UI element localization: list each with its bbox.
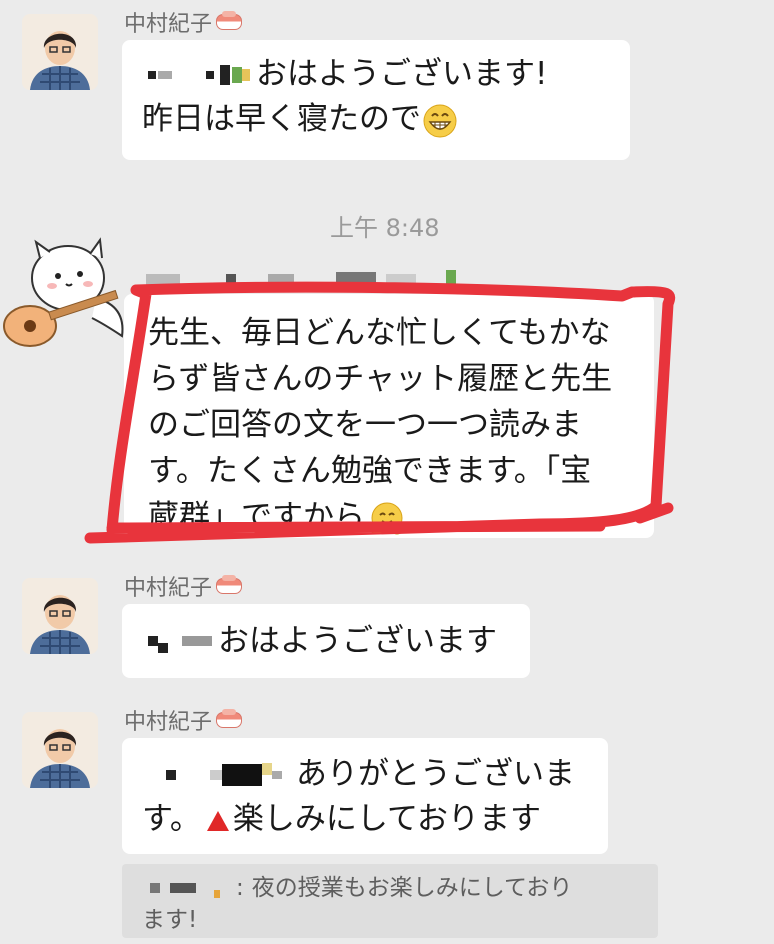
sender-name-text: 中村紀子 bbox=[124, 12, 213, 37]
redacted-block bbox=[148, 70, 156, 79]
message-line: おはようございます! bbox=[142, 52, 610, 97]
redacted-block bbox=[150, 883, 160, 893]
redacted-block bbox=[220, 64, 230, 85]
redacted-block bbox=[222, 763, 262, 786]
message-text: のご回答の文を一つ一つ読みま bbox=[148, 407, 582, 443]
person-avatar-image bbox=[22, 712, 98, 788]
message-line: す。 楽しみにしております bbox=[142, 797, 588, 842]
quote-text: ます! bbox=[142, 907, 198, 933]
redacted-block bbox=[336, 272, 376, 286]
message-text: おはようございます bbox=[218, 622, 497, 659]
redacted-block bbox=[158, 70, 172, 79]
person-avatar-image bbox=[22, 14, 98, 90]
redacted-block bbox=[262, 762, 272, 775]
sender-name-text: 中村紀子 bbox=[124, 576, 213, 601]
person-avatar-image bbox=[22, 578, 98, 654]
quote-colon: : bbox=[236, 875, 244, 901]
redacted-block bbox=[272, 770, 282, 779]
sender-name: 中村紀子 bbox=[124, 704, 243, 736]
cat-ukulele-sticker-icon bbox=[3, 237, 124, 347]
avatar[interactable] bbox=[22, 712, 98, 788]
message-text: す。たくさん勉強できます。「宝 bbox=[148, 453, 592, 489]
redacted-block bbox=[206, 70, 214, 79]
message-bubble[interactable]: 先生、毎日どんな忙しくてもかな らず皆さんのチャット履歴と先生 のご回答の文を一… bbox=[124, 294, 654, 538]
redacted-block bbox=[242, 68, 250, 81]
redacted-block bbox=[166, 769, 176, 780]
message-bubble[interactable]: ありがとうございま す。 楽しみにしております bbox=[122, 738, 608, 854]
sender-name: 中村紀子 bbox=[124, 6, 243, 38]
avatar[interactable] bbox=[22, 578, 98, 654]
message-text: 昨日は早く寝たので bbox=[142, 101, 421, 137]
message-bubble[interactable]: おはようございます bbox=[122, 604, 530, 678]
redacted-block bbox=[146, 274, 180, 286]
timestamp: 上午 8:48 bbox=[330, 214, 440, 242]
redacted-block bbox=[214, 890, 220, 898]
avatar[interactable] bbox=[22, 14, 98, 90]
hug-emoji-icon bbox=[370, 502, 404, 534]
redacted-block bbox=[182, 636, 212, 646]
message-text: 先生、毎日どんな忙しくてもかな bbox=[148, 315, 611, 351]
redacted-sender bbox=[146, 270, 466, 288]
message-line: ありがとうございま bbox=[142, 752, 588, 797]
red-triangle-icon bbox=[206, 810, 229, 831]
redacted-block bbox=[232, 66, 242, 83]
message-text: 楽しみにしております bbox=[232, 801, 542, 837]
message-text: おはようございます! bbox=[256, 56, 548, 92]
redacted-block bbox=[158, 643, 168, 653]
sushi-emoji-icon bbox=[216, 575, 243, 594]
sushi-emoji-icon bbox=[216, 709, 243, 728]
message-line: 蔵群」ですから bbox=[148, 494, 654, 540]
redacted-block bbox=[386, 274, 416, 286]
message-line: : 夜の授業もお楽しみにしており bbox=[142, 872, 638, 904]
grin-emoji-icon bbox=[423, 104, 457, 137]
message-text: す。 bbox=[142, 801, 201, 837]
message-text: ありがとうございま bbox=[296, 756, 575, 792]
message-text: らず皆さんのチャット履歴と先生 bbox=[148, 361, 613, 397]
redacted-block bbox=[268, 274, 294, 286]
message-bubble[interactable]: おはようございます! 昨日は早く寝たので bbox=[122, 40, 630, 160]
redacted-block bbox=[446, 270, 456, 286]
quoted-message[interactable]: : 夜の授業もお楽しみにしており ます! bbox=[122, 864, 658, 938]
redacted-block bbox=[148, 636, 158, 646]
message-text: 蔵群」ですから bbox=[148, 499, 365, 535]
message-line: 昨日は早く寝たので bbox=[142, 97, 610, 142]
sender-name: 中村紀子 bbox=[124, 570, 243, 602]
redacted-block bbox=[210, 769, 222, 780]
redacted-block bbox=[226, 274, 236, 286]
redacted-block bbox=[170, 883, 196, 893]
quote-text: 夜の授業もお楽しみにしており bbox=[251, 875, 573, 901]
sender-name-text: 中村紀子 bbox=[124, 710, 213, 735]
sushi-emoji-icon bbox=[216, 11, 243, 30]
